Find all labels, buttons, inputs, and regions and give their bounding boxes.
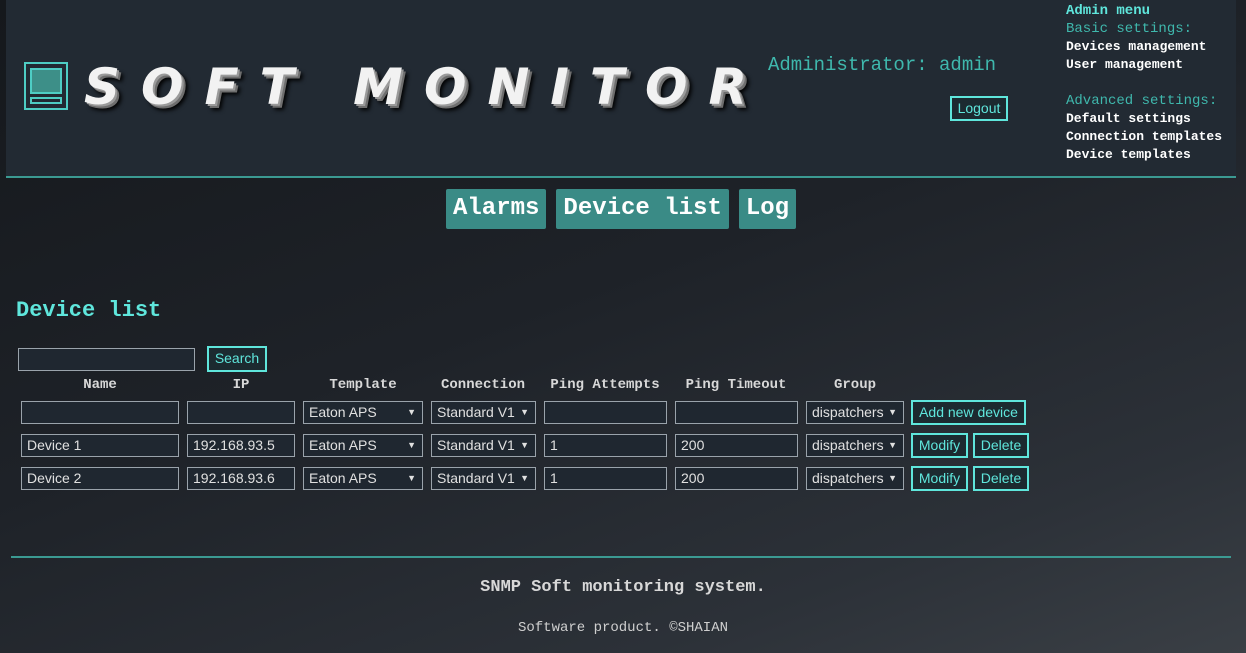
new-group-value: dispatchers (812, 404, 884, 420)
device-ping-timeout-input[interactable]: 200 (675, 434, 798, 457)
search-input[interactable] (18, 348, 195, 371)
chevron-down-icon: ▼ (407, 407, 416, 417)
admin-label: Administrator: admin (768, 54, 997, 76)
new-ping-timeout-input[interactable] (675, 401, 798, 424)
device-template-value: Eaton APS (309, 437, 377, 453)
column-header-group: Group (833, 377, 876, 393)
footer-copyright: Software product. ©SHAIAN (517, 620, 729, 636)
device-ping-attempts-input[interactable]: 1 (544, 467, 667, 490)
column-header-ping-timeout: Ping Timeout (685, 377, 787, 393)
chevron-down-icon: ▼ (407, 440, 416, 450)
modify-button[interactable]: Modify (911, 433, 968, 458)
delete-button[interactable]: Delete (973, 433, 1029, 458)
device-template-select[interactable]: Eaton APS ▼ (303, 467, 423, 490)
menu-item-devices-management[interactable]: Devices management (1066, 38, 1222, 56)
menu-item-connection-templates[interactable]: Connection templates (1066, 128, 1222, 146)
main-nav: Alarms Device list Log (446, 189, 797, 229)
admin-menu-title: Admin menu (1066, 3, 1151, 19)
device-group-select[interactable]: dispatchers ▼ (806, 467, 904, 490)
page-title: Device list (16, 298, 162, 323)
chevron-down-icon: ▼ (888, 407, 897, 417)
device-template-select[interactable]: Eaton APS ▼ (303, 434, 423, 457)
column-header-ip: IP (232, 377, 250, 393)
device-connection-value: Standard V1 (437, 437, 515, 453)
advanced-settings-heading: Advanced settings: (1066, 93, 1218, 109)
device-ip-input[interactable]: 192.168.93.5 (187, 434, 295, 457)
device-group-value: dispatchers (812, 437, 884, 453)
basic-settings-heading: Basic settings: (1066, 21, 1193, 37)
monitor-icon (24, 62, 68, 110)
device-ip-input[interactable]: 192.168.93.6 (187, 467, 295, 490)
device-name-input[interactable]: Device 2 (21, 467, 179, 490)
column-header-name: Name (83, 377, 117, 393)
logo-text: SOFT MONITOR (84, 58, 769, 116)
device-template-value: Eaton APS (309, 470, 377, 486)
new-connection-select[interactable]: Standard V1 ▼ (431, 401, 536, 424)
menu-item-default-settings[interactable]: Default settings (1066, 110, 1222, 128)
device-name-input[interactable]: Device 1 (21, 434, 179, 457)
footer-divider (11, 556, 1231, 558)
tab-alarms[interactable]: Alarms (446, 189, 547, 229)
chevron-down-icon: ▼ (520, 440, 529, 450)
new-ip-input[interactable] (187, 401, 295, 424)
tab-device-list[interactable]: Device list (556, 189, 729, 229)
header: SOFT MONITOR Administrator: admin Logout… (6, 0, 1236, 178)
menu-item-device-templates[interactable]: Device templates (1066, 146, 1222, 164)
new-name-input[interactable] (21, 401, 179, 424)
chevron-down-icon: ▼ (888, 440, 897, 450)
modify-button[interactable]: Modify (911, 466, 968, 491)
column-header-template: Template (329, 377, 397, 393)
logout-button[interactable]: Logout (950, 96, 1008, 121)
device-connection-select[interactable]: Standard V1 ▼ (431, 467, 536, 490)
admin-menu: Admin menu Basic settings: Devices manag… (1066, 2, 1222, 164)
add-new-device-button[interactable]: Add new device (911, 400, 1026, 425)
device-ping-timeout-input[interactable]: 200 (675, 467, 798, 490)
chevron-down-icon: ▼ (407, 473, 416, 483)
new-connection-value: Standard V1 (437, 404, 515, 420)
footer-title: SNMP Soft monitoring system. (480, 578, 766, 597)
chevron-down-icon: ▼ (520, 473, 529, 483)
column-header-connection: Connection (440, 377, 525, 393)
device-connection-value: Standard V1 (437, 470, 515, 486)
search-button[interactable]: Search (207, 346, 267, 372)
menu-item-user-management[interactable]: User management (1066, 56, 1222, 74)
new-ping-attempts-input[interactable] (544, 401, 667, 424)
device-ping-attempts-input[interactable]: 1 (544, 434, 667, 457)
new-template-select[interactable]: Eaton APS ▼ (303, 401, 423, 424)
delete-button[interactable]: Delete (973, 466, 1029, 491)
chevron-down-icon: ▼ (888, 473, 897, 483)
new-group-select[interactable]: dispatchers ▼ (806, 401, 904, 424)
new-template-value: Eaton APS (309, 404, 377, 420)
column-header-ping-attempts: Ping Attempts (550, 377, 660, 393)
tab-log[interactable]: Log (738, 189, 797, 229)
device-group-value: dispatchers (812, 470, 884, 486)
device-connection-select[interactable]: Standard V1 ▼ (431, 434, 536, 457)
chevron-down-icon: ▼ (520, 407, 529, 417)
device-group-select[interactable]: dispatchers ▼ (806, 434, 904, 457)
